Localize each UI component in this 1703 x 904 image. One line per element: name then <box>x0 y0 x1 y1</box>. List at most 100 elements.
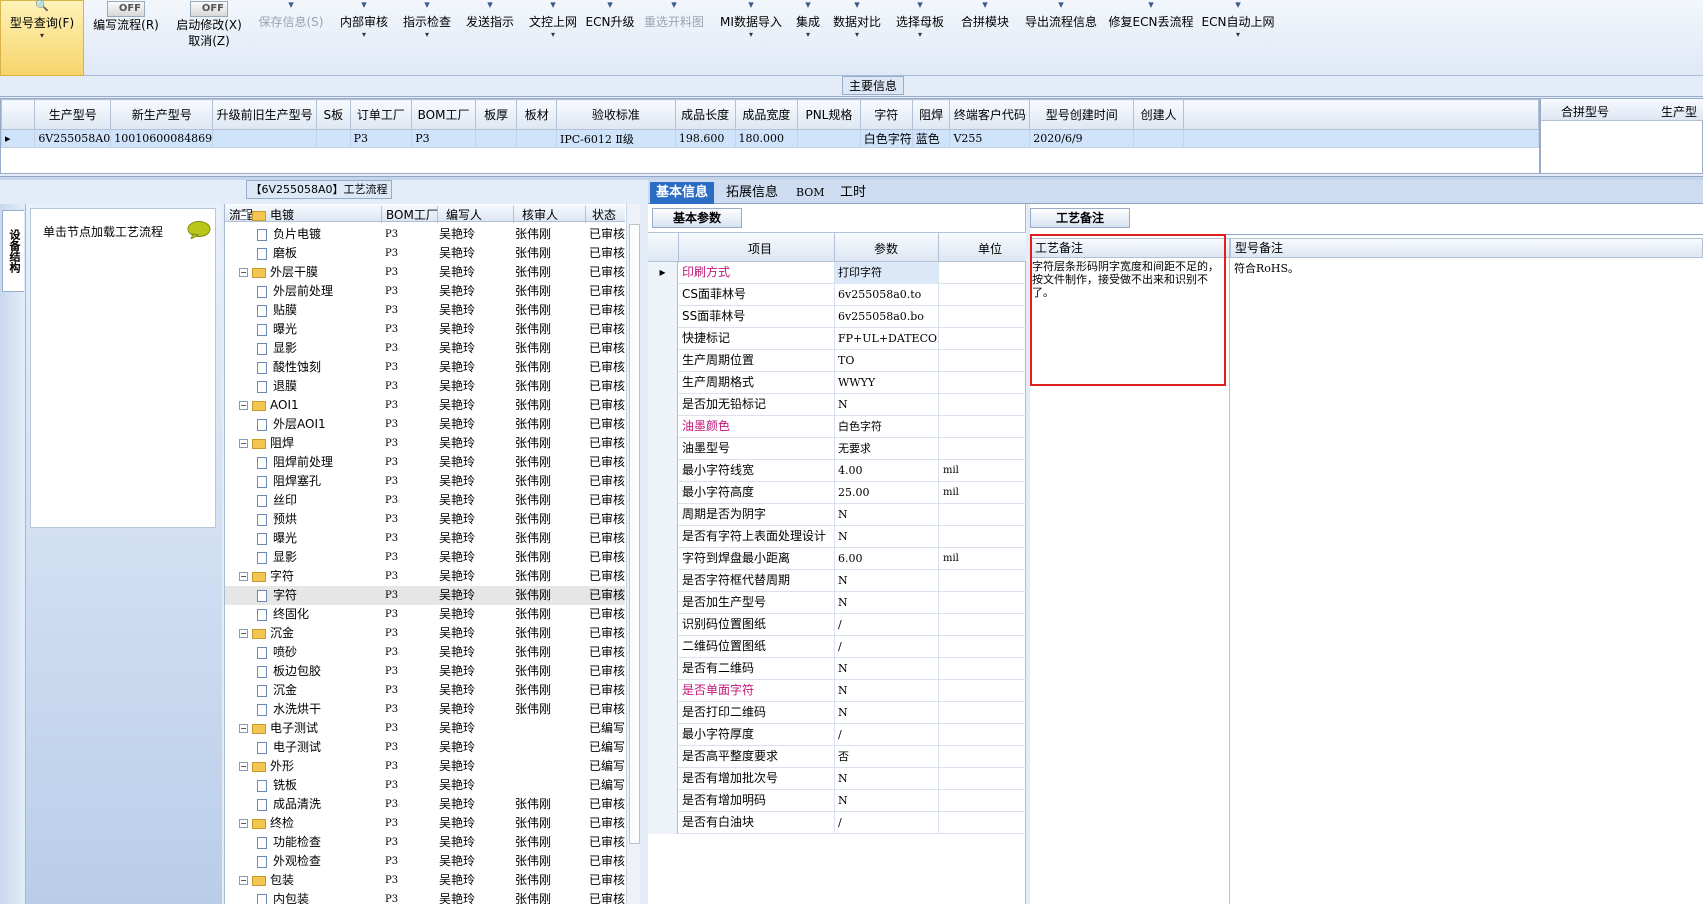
row-indicator[interactable] <box>648 416 678 438</box>
row-indicator[interactable] <box>648 680 678 702</box>
main-cell[interactable]: 10010600084869 <box>110 129 214 148</box>
main-cell[interactable] <box>315 129 351 148</box>
toolbar-item-13[interactable]: ▾ 选择母板 ▾ <box>888 0 952 76</box>
tree-row[interactable]: − 电子测试 P3 吴艳玲 已编写 <box>225 719 625 738</box>
tree-node-name[interactable]: 喷砂 <box>257 643 379 662</box>
param-value[interactable]: N <box>834 768 938 790</box>
param-value[interactable]: FP+UL+DATECODE <box>834 328 938 350</box>
tree-node-name[interactable]: 板边包胶 <box>257 662 379 681</box>
row-indicator[interactable] <box>648 306 678 328</box>
toolbar-item-12[interactable]: ▾ 数据对比 ▾ <box>826 0 888 76</box>
row-indicator[interactable] <box>648 636 678 658</box>
param-value[interactable]: N <box>834 592 938 614</box>
chevron-down-icon[interactable]: ▾ <box>888 30 952 40</box>
tree-node-name[interactable]: − AOI1 <box>239 396 379 415</box>
row-indicator[interactable] <box>648 482 678 504</box>
main-col-header[interactable]: 板材 <box>516 99 558 130</box>
param-row[interactable]: 油墨型号 无要求 <box>648 438 1026 460</box>
row-indicator[interactable] <box>648 790 678 812</box>
tree-row[interactable]: 喷砂 P3 吴艳玲 张伟刚 已审核 <box>225 643 625 662</box>
tree-row[interactable]: 水洗烘干 P3 吴艳玲 张伟刚 已审核 <box>225 700 625 719</box>
tree-row[interactable]: − 字符 P3 吴艳玲 张伟刚 已审核 <box>225 567 625 586</box>
main-col-header[interactable]: S板 <box>315 99 351 130</box>
tree-node-name[interactable]: 外观检查 <box>257 852 379 871</box>
tree-node-name[interactable]: 曝光 <box>257 320 379 339</box>
param-row[interactable]: 周期是否为阴字 N <box>648 504 1026 526</box>
param-value[interactable]: 否 <box>834 746 938 768</box>
tab-worktime[interactable]: 工时 <box>834 182 872 204</box>
main-cell[interactable]: P3 <box>349 129 413 148</box>
tree-node-name[interactable]: 电子测试 <box>257 738 379 757</box>
collapse-icon[interactable]: − <box>239 629 248 638</box>
tree-row[interactable]: 显影 P3 吴艳玲 张伟刚 已审核 <box>225 339 625 358</box>
tree-row[interactable]: − 电镀 <box>225 206 625 225</box>
tree-node-name[interactable]: − 沉金 <box>239 624 379 643</box>
param-value[interactable]: 打印字符 <box>834 262 938 284</box>
tree-row[interactable]: − 终检 P3 吴艳玲 张伟刚 已审核 <box>225 814 625 833</box>
param-row[interactable]: 识别码位置图纸 / <box>648 614 1026 636</box>
toolbar-item-16[interactable]: ▾ 修复ECN丢流程 <box>1104 0 1198 76</box>
model-remark-text[interactable]: 符合RoHS。 <box>1234 260 1694 280</box>
tree-row[interactable]: 外层AOI1 P3 吴艳玲 张伟刚 已审核 <box>225 415 625 434</box>
param-row[interactable]: 是否字符框代替周期 N <box>648 570 1026 592</box>
param-value[interactable]: 无要求 <box>834 438 938 460</box>
tree-node-name[interactable]: − 终检 <box>239 814 379 833</box>
toolbar-item-11[interactable]: ▾ 集成 ▾ <box>790 0 826 76</box>
main-col-header[interactable]: 型号创建时间 <box>1029 99 1135 130</box>
param-row[interactable]: 是否打印二维码 N <box>648 702 1026 724</box>
toolbar-item-9[interactable]: ▾ 重选开料图 <box>636 0 712 76</box>
collapse-icon[interactable]: − <box>239 819 248 828</box>
tree-node-name[interactable]: 丝印 <box>257 491 379 510</box>
collapse-icon[interactable]: − <box>239 762 248 771</box>
param-row[interactable]: 是否有增加明码 N <box>648 790 1026 812</box>
toolbar-item-6[interactable]: ▾ 发送指示 <box>458 0 522 76</box>
main-col-header[interactable]: 板厚 <box>474 99 518 130</box>
param-row[interactable]: CS面菲林号 6v255058a0.to <box>648 284 1026 306</box>
tree-row[interactable]: 外层前处理 P3 吴艳玲 张伟刚 已审核 <box>225 282 625 301</box>
row-indicator[interactable] <box>648 746 678 768</box>
chevron-down-icon[interactable]: ▾ <box>790 30 826 40</box>
param-value[interactable]: N <box>834 658 938 680</box>
param-row[interactable]: 最小字符线宽 4.00 mil <box>648 460 1026 482</box>
tree-row[interactable]: − 外形 P3 吴艳玲 已编写 <box>225 757 625 776</box>
toolbar-item-15[interactable]: ▾ 导出流程信息 <box>1018 0 1104 76</box>
tree-node-name[interactable]: − 阻焊 <box>239 434 379 453</box>
tree-node-name[interactable]: 酸性蚀刻 <box>257 358 379 377</box>
row-indicator[interactable] <box>648 460 678 482</box>
tree-node-name[interactable]: 功能检查 <box>257 833 379 852</box>
tree-node-name[interactable]: 阻焊塞孔 <box>257 472 379 491</box>
param-value[interactable]: / <box>834 724 938 746</box>
tree-node-name[interactable]: 内包装 <box>257 890 379 904</box>
param-row[interactable]: 是否加生产型号 N <box>648 592 1026 614</box>
param-row[interactable]: 是否单面字符 N <box>648 680 1026 702</box>
tree-node-name[interactable]: 退膜 <box>257 377 379 396</box>
main-col-header[interactable]: PNL规格 <box>797 99 861 130</box>
param-row[interactable]: 快捷标记 FP+UL+DATECODE <box>648 328 1026 350</box>
main-col-header[interactable]: 升级前旧生产型号 <box>212 99 317 130</box>
row-indicator[interactable] <box>648 768 678 790</box>
toolbar-item-8[interactable]: ▾ ECN升级 <box>584 0 636 76</box>
param-value[interactable]: WWYY <box>834 372 938 394</box>
tree-row[interactable]: 退膜 P3 吴艳玲 张伟刚 已审核 <box>225 377 625 396</box>
tab-bom[interactable]: BOM <box>790 182 831 204</box>
toolbar-item-3[interactable]: ▾ 保存信息(S) <box>250 0 332 76</box>
main-col-header[interactable]: 成品宽度 <box>734 99 799 130</box>
tab-extended-info[interactable]: 拓展信息 <box>720 182 784 204</box>
row-indicator[interactable] <box>648 372 678 394</box>
param-row[interactable]: 是否有白油块 / <box>648 812 1026 834</box>
row-indicator[interactable] <box>648 350 678 372</box>
collapse-icon[interactable]: − <box>239 268 248 277</box>
chevron-down-icon[interactable]: ▾ <box>826 30 888 40</box>
main-cell[interactable]: 180.000 <box>734 129 799 148</box>
row-indicator[interactable]: ▸ <box>648 262 678 284</box>
flow-hint-box[interactable]: 单击节点加载工艺流程 <box>30 208 216 528</box>
tree-node-name[interactable]: 贴膜 <box>257 301 379 320</box>
main-cell[interactable]: 198.600 <box>674 129 736 148</box>
chevron-down-icon[interactable]: ▾ <box>1 31 83 41</box>
tree-row[interactable]: 电子测试 P3 吴艳玲 已编写 <box>225 738 625 757</box>
tree-row[interactable]: − 阻焊 P3 吴艳玲 张伟刚 已审核 <box>225 434 625 453</box>
row-indicator[interactable] <box>648 702 678 724</box>
param-value[interactable]: / <box>834 812 938 834</box>
toolbar-item-5[interactable]: ▾ 指示检查 ▾ <box>396 0 458 76</box>
tree-row[interactable]: 阻焊塞孔 P3 吴艳玲 张伟刚 已审核 <box>225 472 625 491</box>
